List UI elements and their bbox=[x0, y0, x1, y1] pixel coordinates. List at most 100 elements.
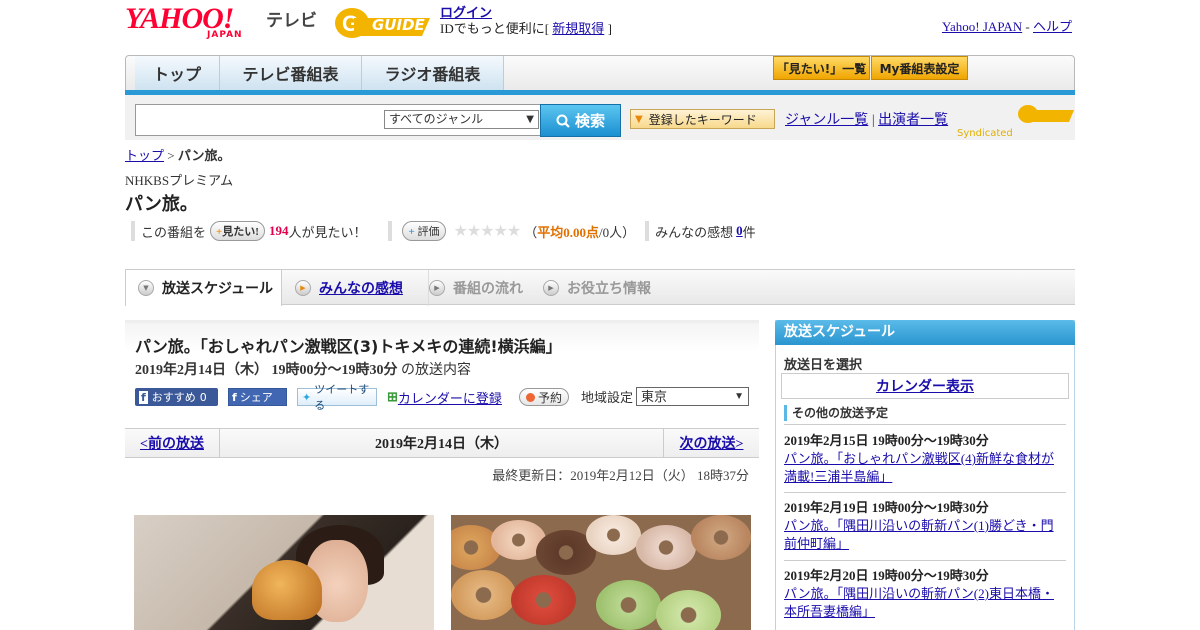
play-icon: ▶ bbox=[295, 280, 311, 296]
schedule-datetime: 2019年2月20日 19時00分～19時30分 bbox=[784, 568, 989, 583]
tweet-button[interactable]: ✦ ツイートする bbox=[297, 383, 377, 412]
my-schedule-button[interactable]: My番組表設定 bbox=[871, 56, 968, 80]
reserve-label: 予約 bbox=[537, 390, 562, 405]
yahoo-japan-logo[interactable]: YAHOO! JAPAN bbox=[125, 2, 260, 41]
region-label: 地域設定 bbox=[581, 390, 634, 405]
rating-stars-icon[interactable]: ★★★★★ bbox=[454, 221, 522, 241]
program-title: パン旅。 bbox=[125, 194, 198, 215]
sidebar-title: 放送スケジュール bbox=[775, 320, 1075, 345]
other-schedule-heading: その他の放送予定 bbox=[784, 405, 888, 421]
facebook-icon: f bbox=[232, 390, 237, 404]
registered-keyword-label: 登録したキーワード bbox=[648, 112, 757, 127]
record-dot-icon bbox=[525, 392, 535, 402]
photo-bread-shape bbox=[252, 560, 322, 620]
stats-divider bbox=[131, 221, 135, 241]
donut-shape bbox=[511, 575, 576, 625]
chevron-down-icon: ▼ bbox=[138, 280, 154, 296]
last-updated: 最終更新日：2019年2月12日（火） 18時37分 bbox=[492, 468, 749, 483]
schedule-item: 2019年2月19日 19時00分～19時30分 パン旅。「隅田川沿いの斬新パン… bbox=[784, 497, 1066, 553]
donut-shape bbox=[586, 515, 641, 555]
breadcrumb-top-link[interactable]: トップ bbox=[125, 148, 164, 163]
facebook-share-button[interactable]: f シェア bbox=[228, 388, 287, 406]
search-button-label: 検索 bbox=[574, 112, 605, 130]
rate-button[interactable]: + 評価 bbox=[402, 221, 446, 241]
select-date-label: 放送日を選択 bbox=[784, 357, 863, 372]
help-link[interactable]: ヘルプ bbox=[1033, 19, 1072, 34]
signup-link[interactable]: 新規取得 bbox=[552, 21, 604, 36]
nav-tab-radio-schedule[interactable]: ラジオ番組表 bbox=[362, 56, 504, 90]
performer-list-link[interactable]: 出演者一覧 bbox=[878, 113, 948, 128]
donut-shape bbox=[691, 515, 751, 560]
facebook-share-label: シェア bbox=[239, 391, 273, 404]
want-button-label: 見たい! bbox=[222, 226, 259, 238]
tab-label: 放送スケジュール bbox=[162, 281, 274, 297]
donut-shape bbox=[636, 525, 696, 570]
tab-broadcast-schedule[interactable]: ▼ 放送スケジュール bbox=[125, 270, 282, 306]
yahoo-japan-link[interactable]: Yahoo! JAPAN bbox=[942, 19, 1022, 34]
schedule-title-link[interactable]: パン旅。「隅田川沿いの斬新パン(2)東日本橋・本所吾妻橋編」 bbox=[784, 585, 1066, 621]
calendar-add-link[interactable]: ⊞ カレンダーに登録 bbox=[387, 388, 502, 406]
reserve-button[interactable]: 予約 bbox=[519, 388, 569, 406]
syndicated-text: Syndicated bbox=[957, 128, 1013, 139]
want-button[interactable]: +見たい! bbox=[210, 221, 265, 241]
episode-datetime-suffix: の放送内容 bbox=[401, 363, 471, 378]
program-stats: この番組を +見たい! 194 人が見たい！ + 評価 ★★★★★ （ 平均0.… bbox=[125, 220, 756, 242]
tab-useful-info[interactable]: ▶ お役立ち情報 bbox=[543, 270, 663, 306]
nav-tab-tv-schedule[interactable]: テレビ番組表 bbox=[220, 56, 362, 90]
tweet-label: ツイートする bbox=[314, 383, 370, 412]
donut-shape bbox=[451, 570, 516, 620]
want-count: 194 bbox=[268, 223, 289, 238]
nav-tab-top[interactable]: トップ bbox=[135, 56, 220, 90]
dropdown-triangle-icon: ▼ bbox=[635, 113, 643, 125]
syndicated-badge: Syndicated bbox=[957, 100, 1076, 139]
login-promo-text: IDでもっと便利に[ bbox=[440, 21, 550, 36]
next-broadcast-link[interactable]: 次の放送> bbox=[663, 429, 759, 457]
gguide-logo[interactable]: G GUIDE bbox=[334, 4, 432, 42]
plus-icon: + bbox=[408, 226, 415, 238]
schedule-datetime: 2019年2月15日 19時00分～19時30分 bbox=[784, 433, 989, 448]
tab-program-flow[interactable]: ▶ 番組の流れ bbox=[428, 270, 533, 306]
want-prefix: この番組を bbox=[141, 224, 207, 240]
tv-logo-text: テレビ bbox=[266, 11, 317, 31]
schedule-title-link[interactable]: パン旅。「隅田川沿いの斬新パン(1)勝どき・門前仲町編」 bbox=[784, 517, 1066, 553]
search-button[interactable]: 検索 bbox=[540, 104, 621, 137]
select-arrow-icon: ▼ bbox=[526, 114, 534, 125]
login-link[interactable]: ログイン bbox=[440, 5, 492, 20]
gguide-small-logo-icon bbox=[1017, 105, 1074, 123]
gguide-logo-text: GUIDE bbox=[372, 16, 425, 34]
registered-keyword-button[interactable]: ▼ 登録したキーワード bbox=[630, 109, 775, 129]
episode-datetime: 2019年2月14日（木） 19時00分～19時30分 bbox=[135, 363, 398, 378]
search-icon bbox=[556, 114, 570, 128]
pager-current-date: 2019年2月14日（木） bbox=[375, 437, 508, 452]
rate-button-label: 評価 bbox=[417, 226, 440, 238]
facebook-recommend-button[interactable]: f おすすめ 0 bbox=[135, 388, 218, 406]
facebook-recommend-label: おすすめ bbox=[151, 391, 196, 404]
tab-label: お役立ち情報 bbox=[567, 281, 651, 297]
top-right-links: Yahoo! JAPAN - ヘルプ bbox=[942, 16, 1072, 35]
breadcrumb-current: パン旅。 bbox=[177, 148, 231, 163]
breadcrumb: トップ > パン旅。 bbox=[125, 145, 231, 164]
breadcrumb-separator: > bbox=[167, 148, 175, 163]
prev-broadcast-link[interactable]: <前の放送 bbox=[125, 429, 220, 457]
logo-yahoo-text: YAHOO! bbox=[125, 2, 234, 35]
rating-open: （ bbox=[524, 224, 538, 240]
tab-label: 番組の流れ bbox=[453, 281, 523, 297]
schedule-item: 2019年2月20日 19時00分～19時30分 パン旅。「隅田川沿いの斬新パン… bbox=[784, 565, 1066, 621]
logo-japan-text: JAPAN bbox=[207, 30, 243, 40]
tab-label: みんなの感想 bbox=[319, 281, 403, 297]
tab-reviews[interactable]: ▶ みんなの感想 bbox=[295, 270, 415, 306]
genre-list-link[interactable]: ジャンル一覧 bbox=[785, 113, 868, 128]
episode-datetime-line: 2019年2月14日（木） 19時00分～19時30分 の放送内容 bbox=[135, 359, 471, 379]
episode-title: パン旅。「おしゃれパン激戦区(3)トキメキの連続!横浜編」 bbox=[135, 337, 562, 356]
mitai-list-button[interactable]: 「見たい!」一覧 bbox=[773, 56, 870, 80]
genre-select[interactable]: すべてのジャンル ▼ bbox=[384, 110, 539, 129]
schedule-datetime: 2019年2月19日 19時00分～19時30分 bbox=[784, 500, 989, 515]
schedule-divider bbox=[784, 424, 1066, 425]
region-select[interactable]: 東京 ▼ bbox=[636, 387, 749, 406]
schedule-divider bbox=[784, 492, 1066, 493]
calendar-display-button[interactable]: カレンダー表示 bbox=[781, 373, 1069, 399]
rating-average: 平均0.00点 bbox=[537, 224, 600, 240]
donut-shape bbox=[656, 590, 721, 630]
schedule-title-link[interactable]: パン旅。「おしゃれパン激戦区(4)新鮮な食材が満載!三浦半島編」 bbox=[784, 450, 1066, 486]
twitter-bird-icon: ✦ bbox=[302, 390, 312, 404]
